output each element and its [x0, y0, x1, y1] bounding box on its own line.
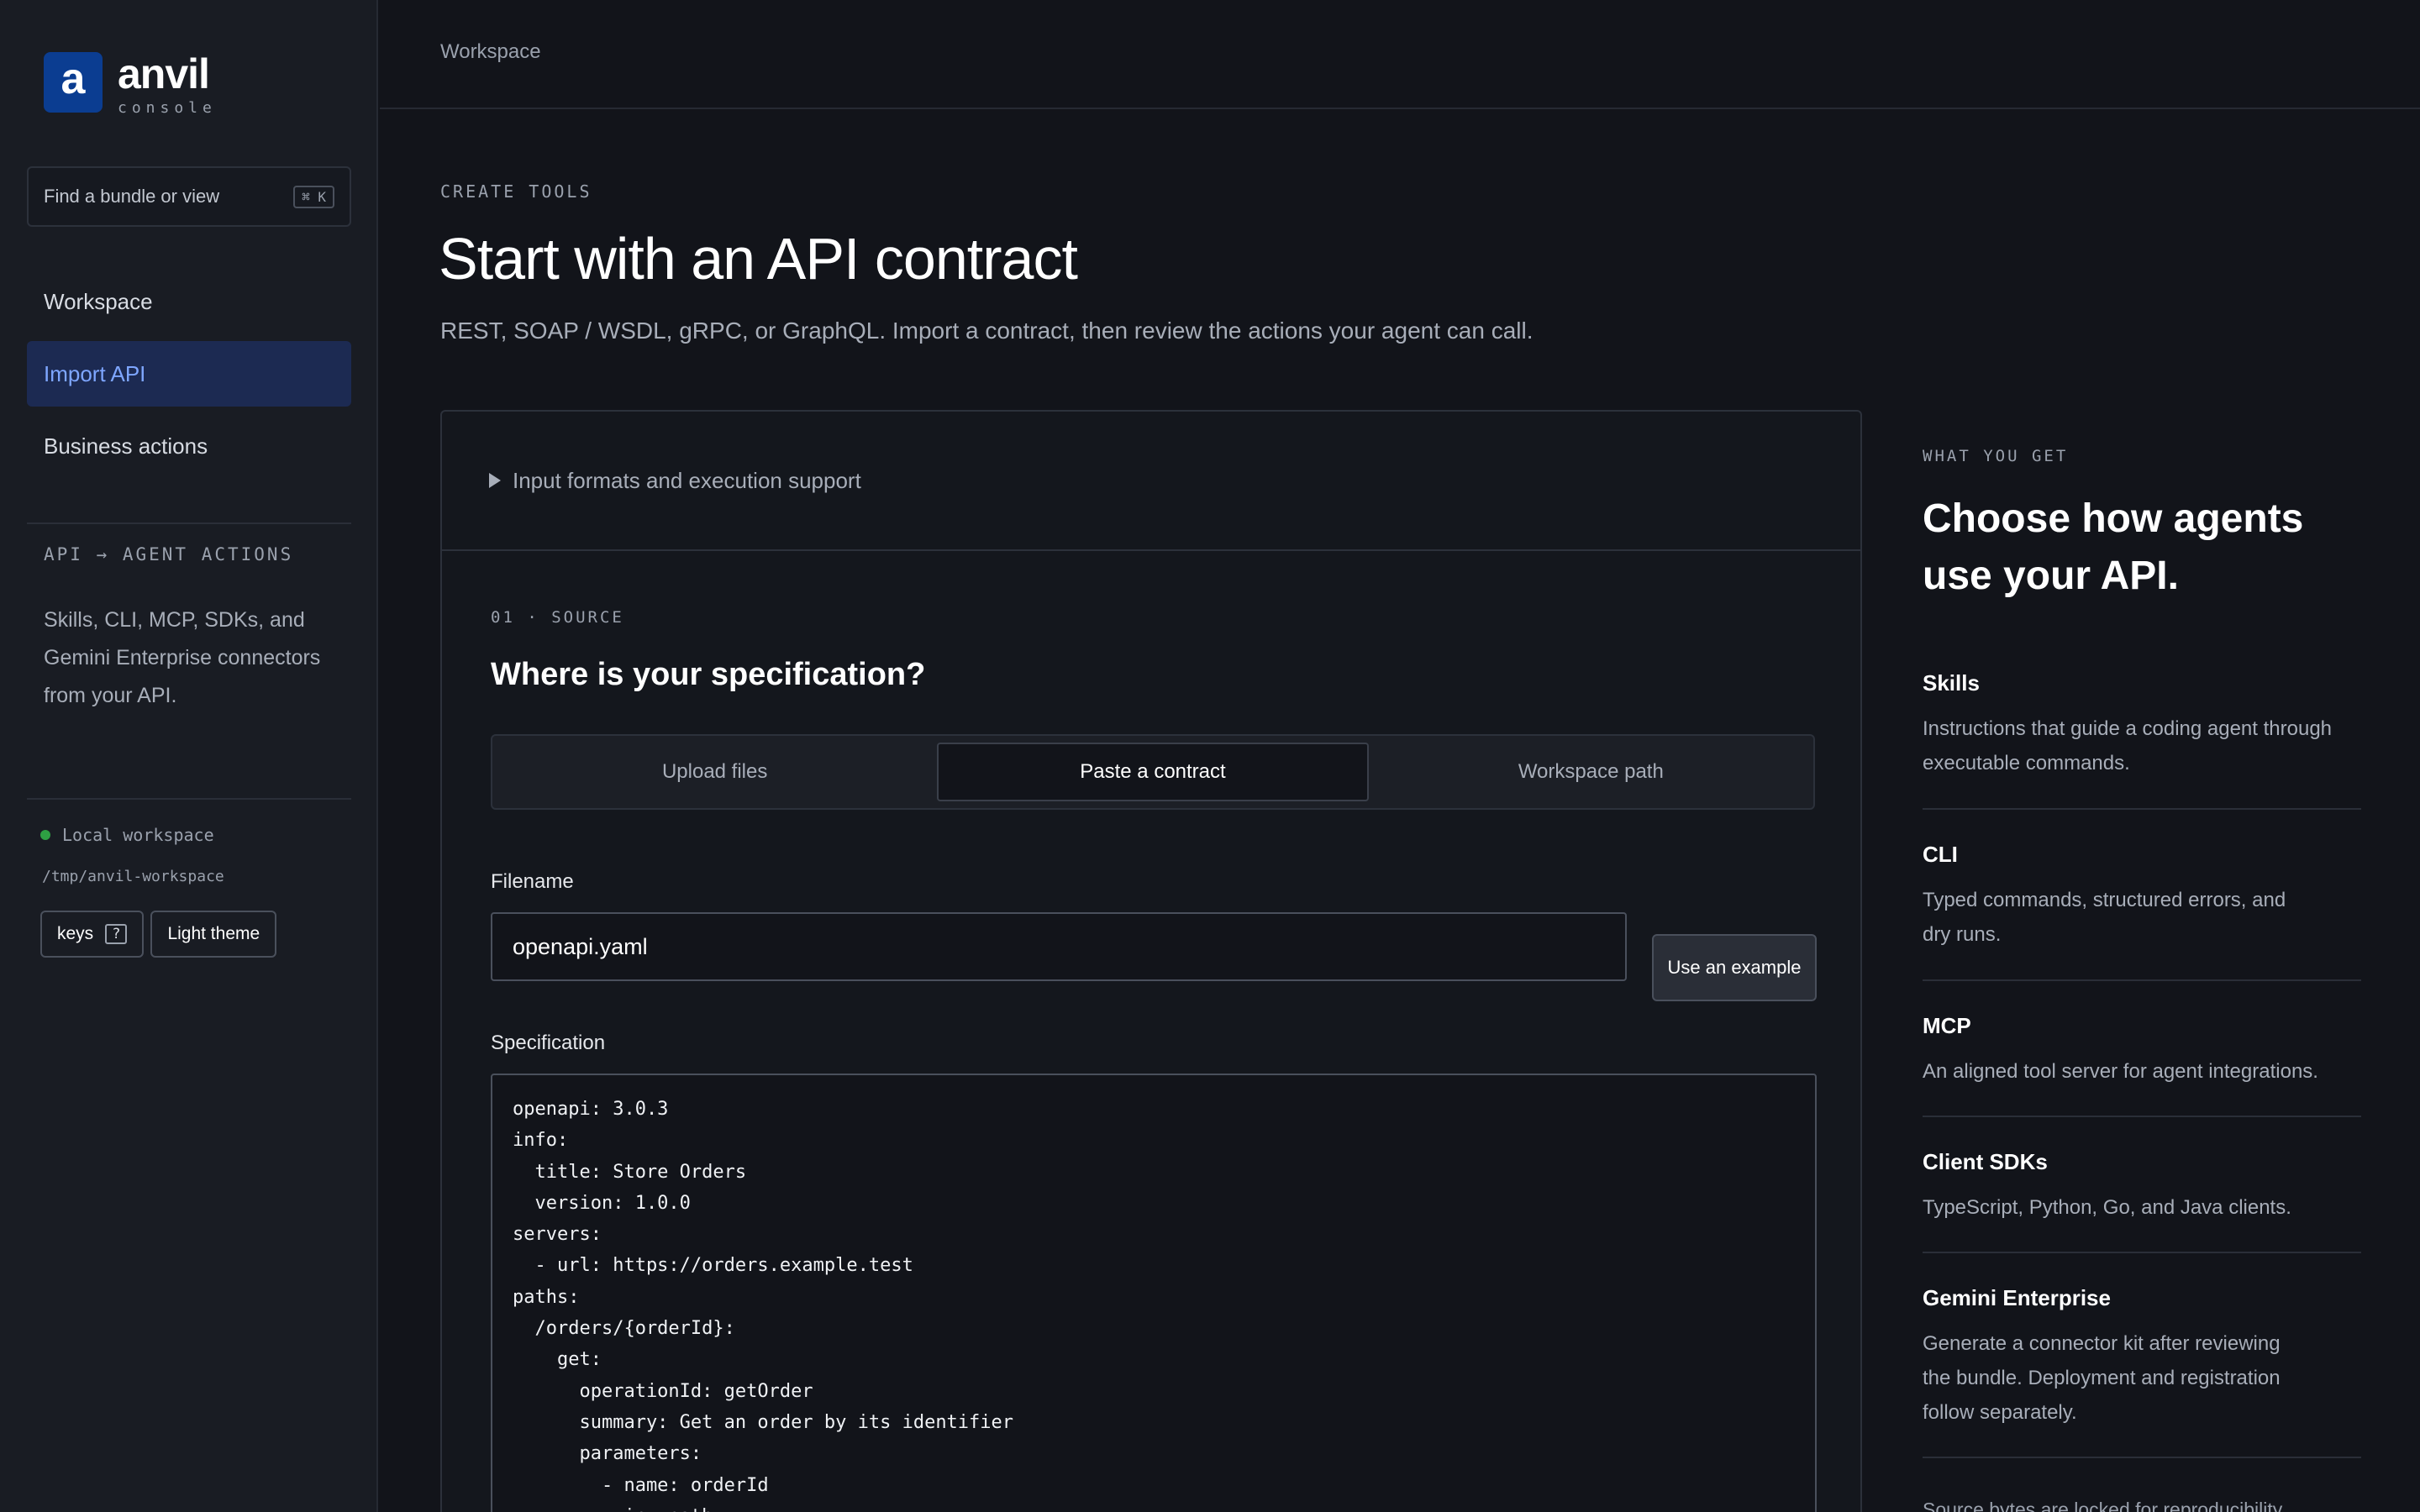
feature-description: TypeScript, Python, Go, and Java clients… [1923, 1196, 2291, 1219]
step-label: 01 · SOURCE [491, 608, 624, 627]
feature-name: Gemini Enterprise [1923, 1285, 2111, 1310]
keys-hint-icon: ? [105, 924, 128, 944]
sidebar-item-import-api[interactable]: Import API [27, 341, 351, 407]
top-bar: Workspace [380, 0, 2420, 109]
disclosure-label: Input formats and execution support [513, 467, 861, 493]
shortcut-hint: ⌘ K [293, 185, 334, 208]
tab-workspace-path[interactable]: Workspace path [1376, 743, 1807, 801]
brand-logo: a [44, 52, 103, 113]
feature-description: Instructions that guide a coding agent t… [1923, 717, 2333, 774]
specification-text[interactable]: openapi: 3.0.3 info: title: Store Orders… [513, 1094, 1795, 1512]
source-title: Where is your specification? [491, 657, 926, 692]
brand-name: anvil [118, 50, 210, 97]
feature-item: CLI Typed commands, structured errors, a… [1923, 842, 2361, 981]
page-subtitle: REST, SOAP / WSDL, gRPC, or GraphQL. Imp… [440, 318, 1534, 344]
feature-name: Client SDKs [1923, 1149, 2048, 1174]
brand[interactable]: a anvil console [44, 50, 217, 117]
sidebar-item-workspace[interactable]: Workspace [27, 269, 351, 334]
feature-item: Client SDKs TypeScript, Python, Go, and … [1923, 1149, 2361, 1253]
filename-label: Filename [491, 870, 574, 893]
sidebar-item-business-actions[interactable]: Business actions [27, 413, 351, 479]
brand-subtitle: console [118, 99, 217, 117]
disclosure-triangle-icon [489, 473, 501, 488]
sidebar-section-description: Skills, CLI, MCP, SDKs, and Gemini Enter… [44, 608, 321, 707]
feature-name: MCP [1923, 1013, 1971, 1038]
feature-name: CLI [1923, 842, 1958, 867]
theme-toggle-button[interactable]: Light theme [150, 911, 277, 958]
specification-editor[interactable]: openapi: 3.0.3 info: title: Store Orders… [491, 1074, 1817, 1512]
sidebar-nav: Workspace Import API Business actions [27, 269, 351, 486]
input-formats-disclosure[interactable]: Input formats and execution support [442, 412, 1860, 551]
sidebar-section-title: API → AGENT ACTIONS [44, 544, 294, 564]
brand-text: anvil console [118, 50, 217, 117]
keys-button-label: keys [57, 924, 94, 943]
what-you-get-eyebrow: WHAT YOU GET [1923, 447, 2069, 465]
filename-field[interactable] [491, 912, 1627, 981]
workspace-path: /tmp/anvil-workspace [42, 868, 224, 885]
search-input[interactable] [44, 186, 294, 207]
workspace-status-label: Local workspace [62, 825, 214, 845]
page-eyebrow: CREATE TOOLS [440, 181, 592, 202]
keys-button[interactable]: keys ? [40, 911, 145, 958]
what-you-get-title: Choose how agents use your API. [1923, 496, 2304, 598]
breadcrumb[interactable]: Workspace [440, 40, 541, 64]
status-dot-icon [40, 830, 50, 840]
feature-description: An aligned tool server for agent integra… [1923, 1060, 2318, 1083]
feature-item: Gemini Enterprise Generate a connector k… [1923, 1285, 2361, 1458]
use-example-button[interactable]: Use an example [1652, 934, 1817, 1001]
feature-item: MCP An aligned tool server for agent int… [1923, 1013, 2361, 1117]
sidebar: a anvil console ⌘ K Workspace Import API… [0, 0, 378, 1512]
feature-item: Skills Instructions that guide a coding … [1923, 670, 2361, 810]
feature-name: Skills [1923, 670, 1980, 696]
search-box[interactable]: ⌘ K [27, 166, 351, 227]
specification-label: Specification [491, 1032, 606, 1054]
source-tabs: Upload files Paste a contract Workspace … [491, 734, 1815, 810]
tab-paste-contract[interactable]: Paste a contract [937, 743, 1369, 801]
import-card: Input formats and execution support 01 ·… [440, 410, 1862, 1512]
workspace-status: Local workspace [40, 825, 214, 845]
sidebar-divider [27, 798, 351, 800]
feature-description: Generate a connector kit after reviewing… [1923, 1332, 2281, 1424]
sidebar-actions: keys ? Light theme [40, 911, 277, 958]
page-title: Start with an API contract [439, 226, 1078, 291]
feature-description: Typed commands, structured errors, and d… [1923, 889, 2286, 946]
sidebar-divider [27, 522, 351, 524]
footnote: Source bytes are locked for reproducibil… [1923, 1499, 2286, 1512]
tab-upload-files[interactable]: Upload files [499, 743, 930, 801]
